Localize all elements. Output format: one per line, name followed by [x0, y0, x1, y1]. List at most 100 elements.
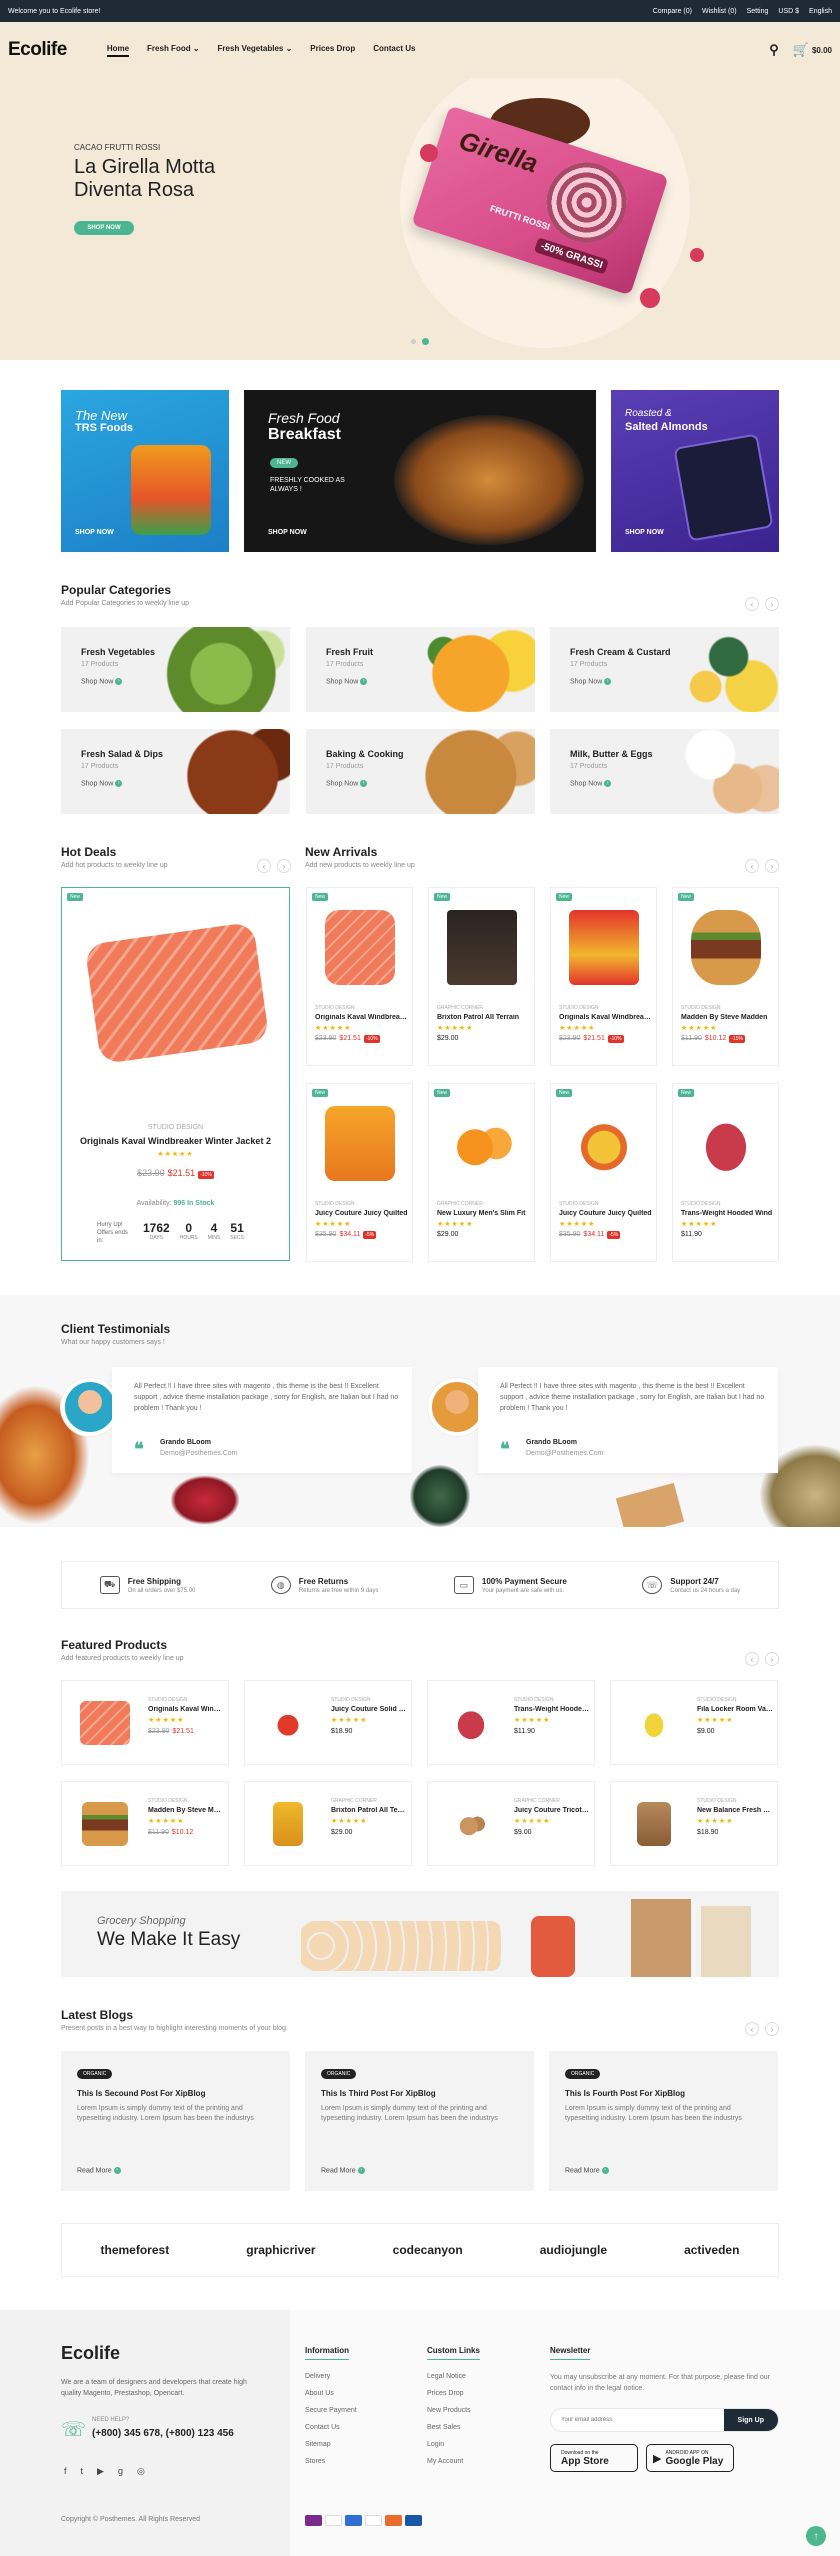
footer-link[interactable]: New Products: [427, 2402, 480, 2419]
newsletter-email-input[interactable]: [551, 2409, 724, 2431]
app-store-badge[interactable]: Download on the App Store: [550, 2444, 638, 2472]
product-card[interactable]: New GRAPHIC CORNER New Luxury Men's Slim F…: [428, 1083, 535, 1262]
brand-logo-audiojungle[interactable]: audiojungle: [540, 2243, 607, 2257]
nav-fresh-food[interactable]: Fresh Food ⌄: [147, 44, 200, 57]
nav-fresh-vegetables[interactable]: Fresh Vegetables ⌄: [218, 44, 293, 57]
language-dropdown[interactable]: English: [809, 8, 832, 15]
product-card[interactable]: New GRAPHIC CORNER Brixton Patrol All Terr…: [428, 887, 535, 1066]
grocery-banner[interactable]: Grocery Shopping We Make It Easy: [61, 1891, 779, 1977]
next-arrow[interactable]: ›: [765, 859, 779, 873]
banner-trs-foods[interactable]: The New TRS Foods SHOP NOW: [61, 390, 229, 552]
nav-home[interactable]: Home: [106, 44, 130, 57]
product-name[interactable]: Madden By Steve Madden: [681, 1014, 775, 1021]
blog-tag[interactable]: ORGANIC: [77, 2069, 113, 2079]
nav-prices-drop[interactable]: Prices Drop: [310, 44, 355, 57]
category-card[interactable]: Fresh Salad & Dips 17 Products Shop Now ›: [61, 729, 290, 814]
next-arrow[interactable]: ›: [277, 859, 291, 873]
brand-logo-themeforest[interactable]: themeforest: [101, 2243, 170, 2257]
product-name[interactable]: Juicy Couture Solid Sleeve: [331, 1706, 407, 1713]
newsletter-signup-button[interactable]: Sign Up: [723, 2409, 778, 2431]
footer-link[interactable]: Sitemap: [305, 2436, 357, 2453]
category-card[interactable]: Fresh Fruit 17 Products Shop Now ›: [306, 627, 535, 712]
banner-shop-now[interactable]: SHOP NOW: [268, 529, 307, 536]
currency-dropdown[interactable]: USD $: [778, 8, 799, 15]
product-card[interactable]: New STUDIO DESIGN Juicy Couture Juicy Quil…: [306, 1083, 413, 1262]
product-name[interactable]: Originals Kaval Windbreaker: [315, 1014, 409, 1021]
prev-arrow[interactable]: ‹: [745, 1652, 759, 1666]
youtube-icon[interactable]: ▶: [97, 2466, 104, 2477]
slider-dot[interactable]: [411, 339, 416, 344]
blog-card[interactable]: ORGANIC This Is Fourth Post For XipBlog Lo…: [549, 2051, 778, 2191]
product-card[interactable]: New STUDIO DESIGN Juicy Couture Juicy Quil…: [550, 1083, 657, 1262]
product-name[interactable]: Juicy Couture Juicy Quilted: [315, 1210, 409, 1217]
footer-link[interactable]: Contact Us: [305, 2419, 357, 2436]
category-shop-now[interactable]: Shop Now ›: [81, 780, 123, 787]
prev-arrow[interactable]: ‹: [745, 2022, 759, 2036]
footer-link[interactable]: Secure Payment: [305, 2402, 357, 2419]
product-card[interactable]: New STUDIO DESIGN Madden By Steve Madden ★★…: [672, 887, 779, 1066]
compare-link[interactable]: Compare (0): [653, 8, 692, 15]
footer-link[interactable]: My Account: [427, 2453, 480, 2470]
featured-product-card[interactable]: STUDIO DESIGN Madden By Steve Madden ★★★★★…: [61, 1781, 229, 1866]
product-name[interactable]: Originals Kaval Windbreaker: [148, 1706, 224, 1713]
blog-title[interactable]: This Is Secound Post For XipBlog: [77, 2089, 205, 2098]
search-icon[interactable]: ⚲: [769, 42, 779, 58]
product-name[interactable]: Fila Locker Room Varsity: [697, 1706, 773, 1713]
product-name[interactable]: New Luxury Men's Slim Fit: [437, 1210, 531, 1217]
product-name[interactable]: Juicy Couture Tricot Logo: [514, 1807, 590, 1814]
read-more-link[interactable]: Read More ›: [565, 2167, 609, 2174]
twitter-icon[interactable]: t: [81, 2466, 84, 2477]
wishlist-link[interactable]: Wishlist (0): [702, 8, 737, 15]
featured-product-card[interactable]: STUDIO DESIGN New Balance Fresh Foam ★★★★★…: [610, 1781, 778, 1866]
footer-link[interactable]: Stores: [305, 2453, 357, 2470]
blog-tag[interactable]: ORGANIC: [565, 2069, 601, 2079]
footer-link[interactable]: Prices Drop: [427, 2385, 480, 2402]
product-name[interactable]: Trans-Weight Hooded Wind: [514, 1706, 590, 1713]
brand-logo-codecanyon[interactable]: codecanyon: [393, 2243, 463, 2257]
hotdeal-card[interactable]: New STUDIO DESIGN Originals Kaval Windbr…: [61, 887, 290, 1261]
category-card[interactable]: Baking & Cooking 17 Products Shop Now ›: [306, 729, 535, 814]
product-name[interactable]: Originals Kaval Windbreaker Winter Jacke…: [62, 1136, 289, 1146]
instagram-icon[interactable]: ◎: [137, 2466, 145, 2477]
slider-dot-active[interactable]: [422, 338, 429, 345]
blog-card[interactable]: ORGANIC This Is Third Post For XipBlog Lor…: [305, 2051, 534, 2191]
next-arrow[interactable]: ›: [765, 597, 779, 611]
prev-arrow[interactable]: ‹: [745, 597, 759, 611]
footer-link[interactable]: Delivery: [305, 2368, 357, 2385]
banner-breakfast[interactable]: Fresh Food Breakfast NEW FRESHLY COOKED …: [244, 390, 596, 552]
product-card[interactable]: New STUDIO DESIGN Originals Kaval Windbrea…: [306, 887, 413, 1066]
product-card[interactable]: New STUDIO DESIGN Originals Kaval Windbrea…: [550, 887, 657, 1066]
featured-product-card[interactable]: GRAPHIC CORNER Brixton Patrol All Terrain…: [244, 1781, 412, 1866]
category-card[interactable]: Fresh Vegetables 17 Products Shop Now ›: [61, 627, 290, 712]
category-shop-now[interactable]: Shop Now ›: [570, 780, 612, 787]
cart-button[interactable]: 🛒 $0.00: [793, 42, 832, 58]
featured-product-card[interactable]: STUDIO DESIGN Fila Locker Room Varsity ★★★…: [610, 1680, 778, 1765]
footer-link[interactable]: Login: [427, 2436, 480, 2453]
footer-logo[interactable]: Ecolife: [61, 2343, 120, 2364]
read-more-link[interactable]: Read More ›: [77, 2167, 121, 2174]
setting-dropdown[interactable]: Setting: [747, 8, 769, 15]
logo[interactable]: Ecolife: [8, 39, 67, 61]
product-card[interactable]: New STUDIO DESIGN Trans-Weight Hooded Wind…: [672, 1083, 779, 1262]
footer-link[interactable]: About Us: [305, 2385, 357, 2402]
featured-product-card[interactable]: STUDIO DESIGN Trans-Weight Hooded Wind ★★★…: [427, 1680, 595, 1765]
prev-arrow[interactable]: ‹: [745, 859, 759, 873]
nav-contact-us[interactable]: Contact Us: [373, 44, 415, 57]
product-name[interactable]: Madden By Steve Madden: [148, 1807, 224, 1814]
category-shop-now[interactable]: Shop Now ›: [570, 678, 612, 685]
category-shop-now[interactable]: Shop Now ›: [326, 780, 368, 787]
blog-title[interactable]: This Is Fourth Post For XipBlog: [565, 2089, 685, 2098]
product-name[interactable]: Brixton Patrol All Terrain: [331, 1807, 407, 1814]
banner-shop-now[interactable]: SHOP NOW: [75, 529, 114, 536]
google-plus-icon[interactable]: g: [118, 2466, 123, 2477]
product-name[interactable]: Brixton Patrol All Terrain: [437, 1014, 531, 1021]
back-to-top-button[interactable]: ↑: [806, 2526, 826, 2546]
blog-card[interactable]: ORGANIC This Is Secound Post For XipBlog L…: [61, 2051, 290, 2191]
category-shop-now[interactable]: Shop Now ›: [81, 678, 123, 685]
brand-logo-graphicriver[interactable]: graphicriver: [246, 2243, 315, 2257]
featured-product-card[interactable]: STUDIO DESIGN Juicy Couture Solid Sleeve ★…: [244, 1680, 412, 1765]
banner-shop-now[interactable]: SHOP NOW: [625, 529, 664, 536]
next-arrow[interactable]: ›: [765, 2022, 779, 2036]
featured-product-card[interactable]: GRAPHIC CORNER Juicy Couture Tricot Logo ★…: [427, 1781, 595, 1866]
blog-tag[interactable]: ORGANIC: [321, 2069, 357, 2079]
